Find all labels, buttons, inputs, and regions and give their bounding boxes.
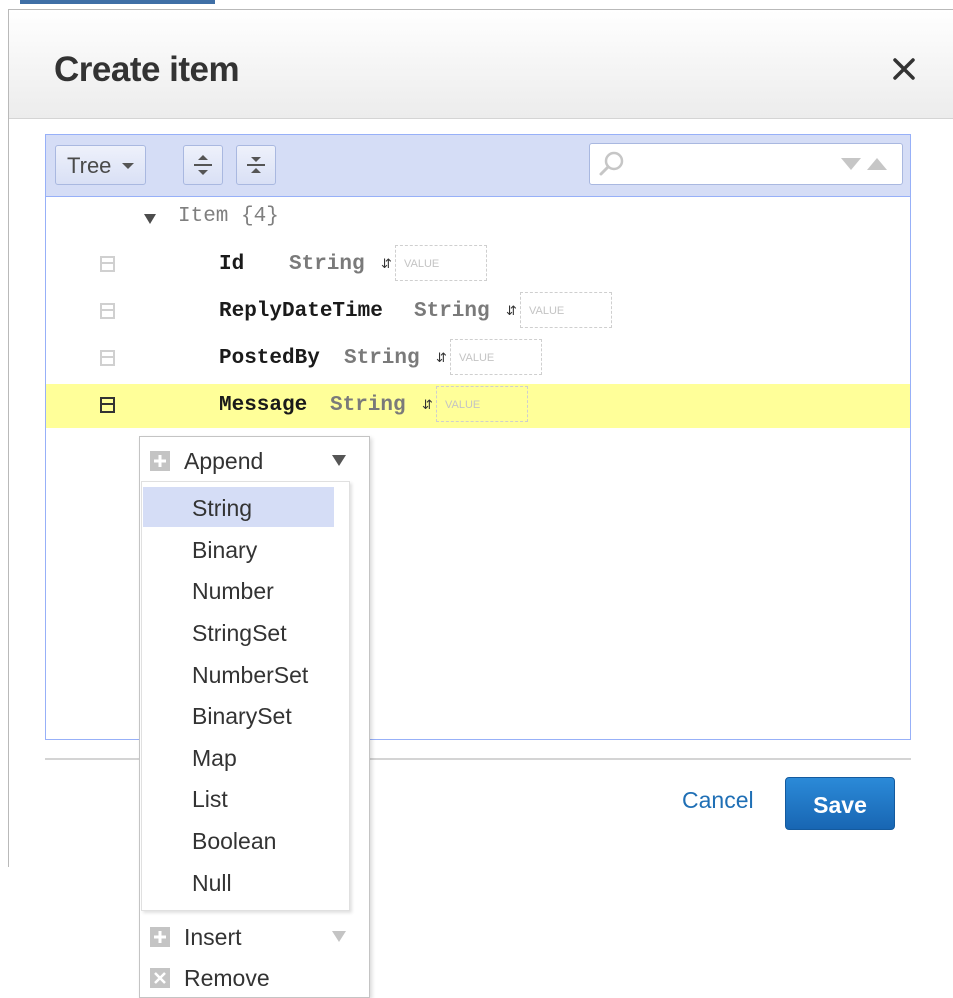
search-previous-icon[interactable] <box>867 158 887 170</box>
search-next-icon[interactable] <box>841 158 861 170</box>
field-name[interactable]: Id <box>219 253 244 276</box>
type-option-map[interactable]: Map <box>143 737 334 777</box>
type-option-number[interactable]: Number <box>143 570 334 610</box>
editor-menubar: Tree <box>46 135 910 197</box>
value-field[interactable]: VALUE <box>450 339 542 375</box>
tree-row: Id String ⇵ VALUE <box>46 243 910 287</box>
value-field[interactable]: VALUE <box>520 292 612 328</box>
dialog-title: Create item <box>54 50 240 89</box>
collapse-all-icon <box>247 157 265 173</box>
background-tab-indicator <box>20 0 215 4</box>
drag-handle-icon[interactable] <box>100 397 115 413</box>
close-icon <box>893 58 915 80</box>
chevron-down-icon <box>122 163 134 169</box>
context-menu: Append String Binary Number StringSet Nu… <box>139 436 370 998</box>
insert-menu-item[interactable]: Insert <box>140 915 369 955</box>
type-selector[interactable]: String <box>344 347 420 370</box>
append-type-submenu: String Binary Number StringSet NumberSet… <box>141 481 350 911</box>
remove-label: Remove <box>184 965 270 991</box>
close-button[interactable] <box>889 54 919 84</box>
expand-collapse-icon[interactable] <box>144 214 156 224</box>
save-button-label: Save <box>813 792 867 818</box>
tree-root-row: Item {4} <box>46 197 910 241</box>
sort-icon: ⇵ <box>381 257 392 272</box>
field-name[interactable]: ReplyDateTime <box>219 300 383 323</box>
type-option-binaryset[interactable]: BinarySet <box>143 695 334 735</box>
tree-row-selected: Message String ⇵ VALUE <box>46 384 910 428</box>
mode-dropdown-button[interactable]: Tree <box>55 145 146 185</box>
remove-icon <box>150 968 170 988</box>
search-field[interactable] <box>589 143 903 185</box>
type-option-stringset[interactable]: StringSet <box>143 612 334 652</box>
sort-icon: ⇵ <box>506 304 517 319</box>
append-menu-item[interactable]: Append <box>140 439 369 479</box>
type-selector[interactable]: String <box>330 394 406 417</box>
save-button[interactable]: Save <box>785 777 895 830</box>
plus-icon <box>150 451 170 471</box>
chevron-down-icon <box>332 931 346 942</box>
value-field[interactable]: VALUE <box>395 245 487 281</box>
cancel-button[interactable]: Cancel <box>682 787 754 814</box>
sort-icon: ⇵ <box>422 398 433 413</box>
type-selector[interactable]: String <box>414 300 490 323</box>
type-option-boolean[interactable]: Boolean <box>143 820 334 860</box>
drag-handle-icon[interactable] <box>100 303 115 319</box>
remove-menu-item[interactable]: Remove <box>140 956 369 996</box>
search-icon <box>599 151 624 176</box>
chevron-down-icon <box>332 455 346 466</box>
append-label: Append <box>184 448 264 474</box>
type-option-binary[interactable]: Binary <box>143 529 334 569</box>
type-option-numberset[interactable]: NumberSet <box>143 654 334 694</box>
search-nav-arrows <box>841 158 887 170</box>
type-selector[interactable]: String <box>289 253 365 276</box>
plus-icon <box>150 927 170 947</box>
mode-label: Tree <box>67 153 112 178</box>
type-option-null[interactable]: Null <box>143 862 334 902</box>
collapse-all-button[interactable] <box>236 145 276 185</box>
expand-all-button[interactable] <box>183 145 223 185</box>
field-name[interactable]: Message <box>219 394 307 417</box>
expand-all-icon <box>194 155 212 175</box>
drag-handle-icon[interactable] <box>100 350 115 366</box>
search-input[interactable] <box>630 150 834 180</box>
tree-row: ReplyDateTime String ⇵ VALUE <box>46 290 910 334</box>
value-field[interactable]: VALUE <box>436 386 528 422</box>
drag-handle-icon[interactable] <box>100 256 115 272</box>
root-item-label: Item {4} <box>178 205 279 228</box>
field-name[interactable]: PostedBy <box>219 347 320 370</box>
type-option-string[interactable]: String <box>143 487 334 527</box>
sort-icon: ⇵ <box>436 351 447 366</box>
type-option-list[interactable]: List <box>143 778 334 818</box>
tree-row: PostedBy String ⇵ VALUE <box>46 337 910 381</box>
dialog-header: Create item <box>9 10 953 119</box>
insert-label: Insert <box>184 924 242 950</box>
